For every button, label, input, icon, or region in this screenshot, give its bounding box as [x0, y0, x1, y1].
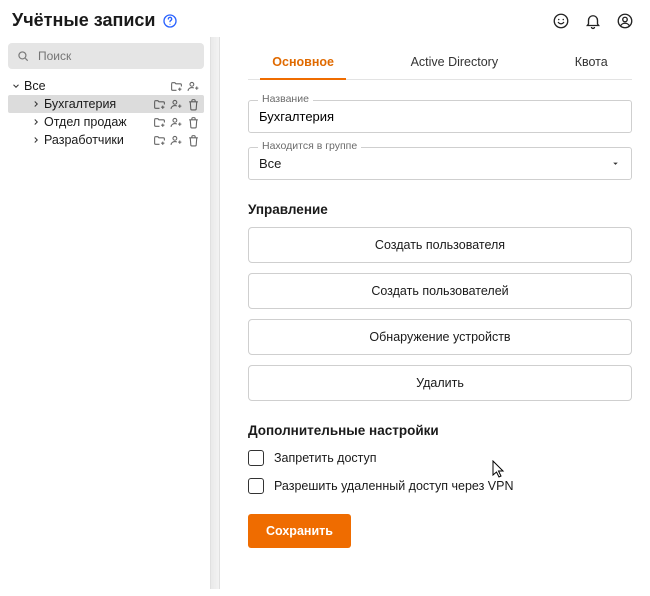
deny-access-checkbox[interactable]	[248, 450, 264, 466]
management-section-title: Управление	[248, 202, 632, 217]
tab-quota[interactable]: Квота	[571, 45, 612, 79]
delete-icon[interactable]	[186, 97, 200, 111]
help-icon[interactable]	[161, 12, 179, 30]
tree-root-label: Все	[24, 79, 46, 93]
tree-item-razrabotchiki[interactable]: Разработчики	[8, 131, 204, 149]
tree-item-label: Разработчики	[44, 133, 124, 147]
tree-item-otdel-prodazh[interactable]: Отдел продаж	[8, 113, 204, 131]
allow-vpn-checkbox[interactable]	[248, 478, 264, 494]
page-title: Учётные записи	[12, 10, 155, 31]
save-button[interactable]: Сохранить	[248, 514, 351, 548]
add-folder-icon[interactable]	[152, 115, 166, 129]
create-user-button[interactable]: Создать пользователя	[248, 227, 632, 263]
profile-icon[interactable]	[616, 12, 634, 30]
group-select-value: Все	[259, 156, 281, 171]
name-field-label: Название	[258, 93, 313, 105]
tree-item-label: Бухгалтерия	[44, 97, 116, 111]
tree-root[interactable]: Все	[8, 77, 204, 95]
tabs: Основное Active Directory Квота	[248, 45, 632, 80]
device-discovery-button[interactable]: Обнаружение устройств	[248, 319, 632, 355]
group-field: Находится в группе Все	[248, 147, 632, 180]
add-user-icon[interactable]	[169, 133, 183, 147]
delete-icon[interactable]	[186, 133, 200, 147]
tree-item-label: Отдел продаж	[44, 115, 127, 129]
allow-vpn-row: Разрешить удаленный доступ через VPN	[248, 478, 632, 494]
add-folder-icon[interactable]	[152, 133, 166, 147]
notifications-icon[interactable]	[584, 12, 602, 30]
add-user-icon[interactable]	[169, 115, 183, 129]
add-folder-icon[interactable]	[152, 97, 166, 111]
deny-access-row: Запретить доступ	[248, 450, 632, 466]
tab-main[interactable]: Основное	[268, 45, 338, 79]
chevron-right-icon[interactable]	[30, 134, 42, 146]
panel-divider[interactable]	[210, 37, 220, 589]
group-tree: Все Бухгалтерия	[8, 77, 204, 149]
search-input[interactable]	[36, 48, 196, 64]
tab-active-directory[interactable]: Active Directory	[407, 45, 503, 79]
name-field: Название	[248, 100, 632, 133]
group-field-label: Находится в группе	[258, 140, 361, 152]
delete-button[interactable]: Удалить	[248, 365, 632, 401]
allow-vpn-label: Разрешить удаленный доступ через VPN	[274, 479, 514, 493]
search-icon	[16, 49, 30, 63]
search-box[interactable]	[8, 43, 204, 69]
sidebar: Все Бухгалтерия	[0, 37, 210, 589]
chevron-right-icon[interactable]	[30, 116, 42, 128]
app-header: Учётные записи	[0, 0, 650, 37]
chevron-down-icon[interactable]	[10, 80, 22, 92]
create-users-button[interactable]: Создать пользователей	[248, 273, 632, 309]
additional-section-title: Дополнительные настройки	[248, 423, 632, 438]
add-folder-icon[interactable]	[169, 79, 183, 93]
add-user-icon[interactable]	[169, 97, 183, 111]
add-user-icon[interactable]	[186, 79, 200, 93]
deny-access-label: Запретить доступ	[274, 451, 377, 465]
delete-icon[interactable]	[186, 115, 200, 129]
tree-item-bukhgalteriya[interactable]: Бухгалтерия	[8, 95, 204, 113]
chevron-right-icon[interactable]	[30, 98, 42, 110]
support-icon[interactable]	[552, 12, 570, 30]
main-panel: Основное Active Directory Квота Название…	[220, 37, 650, 589]
chevron-down-icon	[610, 158, 621, 169]
